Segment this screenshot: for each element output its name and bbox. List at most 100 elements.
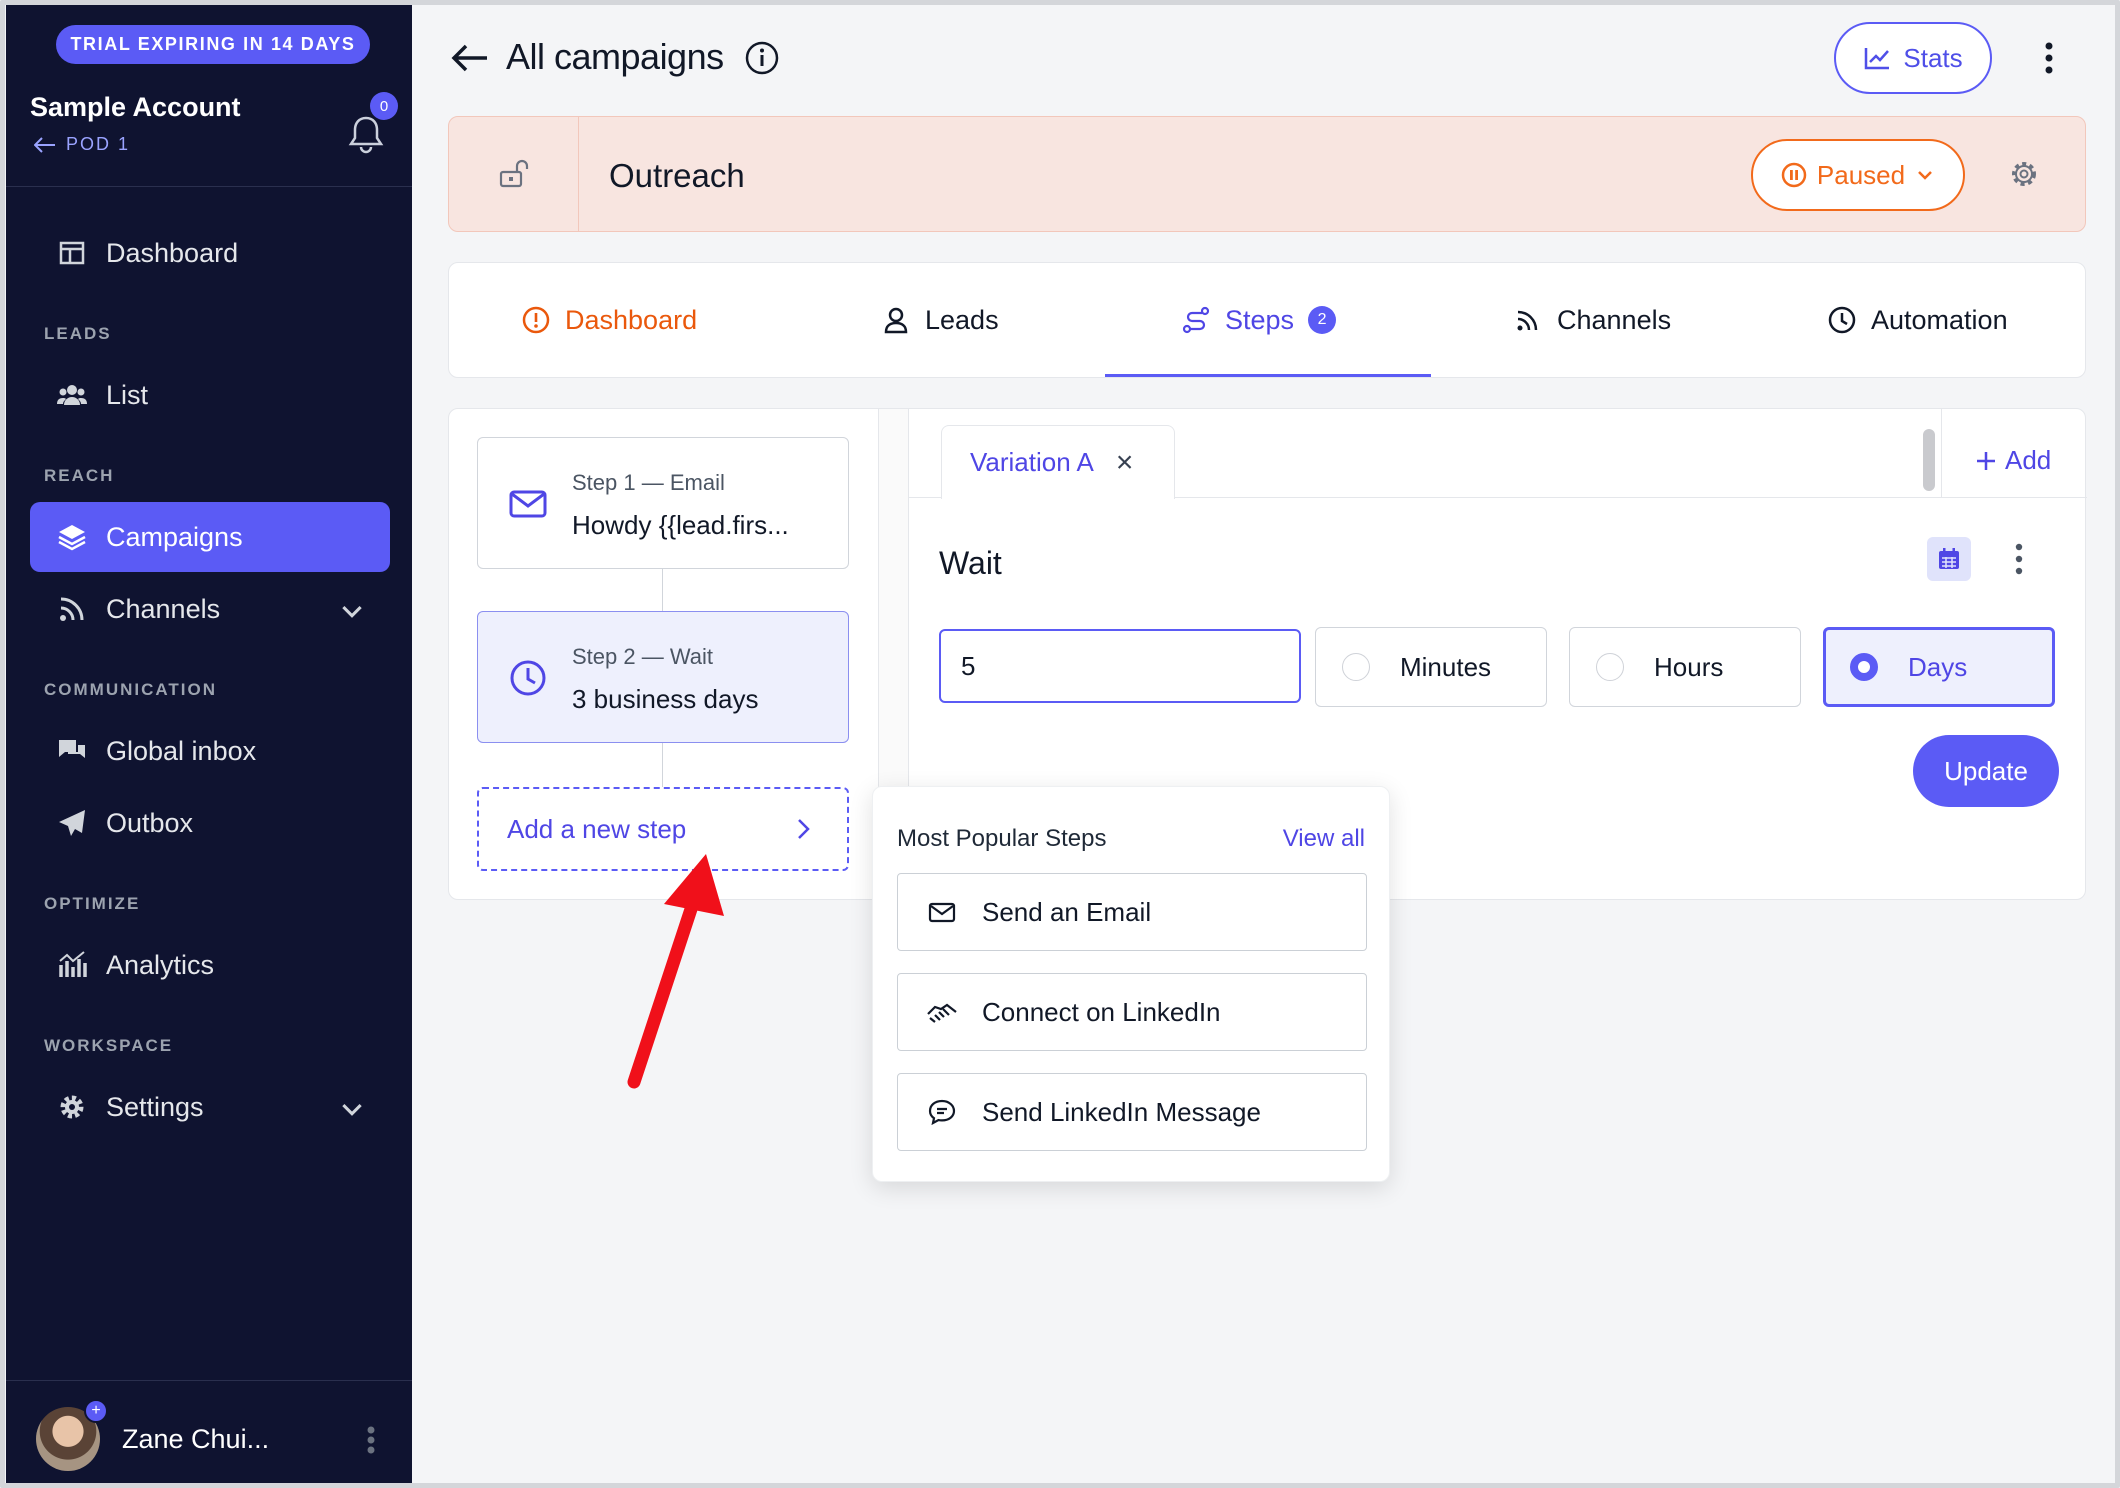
variation-label: Variation A [970, 447, 1094, 477]
update-button[interactable]: Update [1913, 735, 2059, 807]
tab-variation-a[interactable]: Variation A × [941, 425, 1175, 499]
pod-label: POD 1 [66, 134, 131, 154]
tab-automation[interactable]: Automation [1827, 263, 2008, 377]
step-option-linkedin-message[interactable]: Send LinkedIn Message [897, 1073, 1367, 1151]
sidebar-item-label: Outbox [106, 807, 194, 838]
step-option-send-email[interactable]: Send an Email [897, 873, 1367, 951]
stats-button[interactable]: Stats [1834, 22, 1992, 94]
wait-amount-input[interactable]: 5 [939, 629, 1301, 703]
notification-count-badge: 0 [370, 92, 398, 120]
section-label-communication: COMMUNICATION [44, 680, 217, 699]
popup-title: Most Popular Steps [897, 825, 1107, 852]
radio-button[interactable] [1342, 653, 1370, 681]
bar-chart-icon [59, 951, 87, 977]
sidebar-item-global-inbox[interactable]: Global inbox [30, 716, 390, 786]
step-label: Step 2 — Wait [572, 644, 714, 669]
add-variation-label: Add [2005, 445, 2052, 475]
sidebar-item-label: Channels [106, 593, 221, 624]
bell-icon[interactable] [348, 114, 384, 154]
back-arrow-icon[interactable] [450, 42, 490, 74]
view-all-link[interactable]: View all [1283, 825, 1365, 853]
campaign-tabs: Dashboard Leads Steps 2 Channels Automat… [448, 262, 2086, 378]
layers-icon [58, 525, 86, 551]
plus-icon[interactable]: + [84, 1399, 108, 1423]
kebab-menu-icon[interactable] [366, 1426, 376, 1454]
active-tab-indicator [1105, 374, 1431, 377]
unit-option-minutes[interactable]: Minutes [1315, 627, 1547, 707]
scrollbar[interactable] [1923, 429, 1935, 491]
step-connector [662, 743, 663, 787]
chat-bubbles-icon [59, 740, 85, 758]
campaign-status-dropdown[interactable]: Paused [1751, 139, 1965, 211]
chevron-down-icon[interactable] [336, 1094, 368, 1126]
radio-button-selected[interactable] [1850, 653, 1878, 681]
user-icon [884, 307, 908, 334]
sidebar-item-outbox[interactable]: Outbox [30, 788, 390, 858]
sidebar-item-campaigns[interactable]: Campaigns [30, 502, 390, 572]
sidebar-item-list[interactable]: List [30, 360, 390, 430]
kebab-menu-icon[interactable] [2036, 40, 2062, 76]
paper-plane-icon [59, 810, 85, 836]
plus-icon [1977, 451, 1995, 470]
envelope-icon [509, 490, 547, 518]
steps-count-badge: 2 [1308, 306, 1337, 334]
sidebar-item-label: Analytics [106, 949, 215, 980]
unit-option-days[interactable]: Days [1823, 627, 2055, 707]
option-label: Send an Email [982, 896, 1152, 927]
sidebar-item-label: Settings [106, 1091, 204, 1122]
user-profile[interactable]: + Zane Chui... [36, 1399, 376, 1474]
section-label-leads: LEADS [44, 324, 112, 343]
chevron-down-icon[interactable] [336, 596, 368, 628]
add-variation-button[interactable]: Add [1975, 445, 2051, 476]
divider [1941, 409, 1942, 497]
unit-option-hours[interactable]: Hours [1569, 627, 1801, 707]
lock-toggle[interactable] [449, 117, 579, 231]
calendar-icon [1939, 548, 1959, 569]
sidebar-item-dashboard[interactable]: Dashboard [30, 218, 390, 288]
unit-label: Minutes [1400, 651, 1492, 682]
tab-label: Dashboard [565, 304, 698, 335]
unit-label: Hours [1654, 651, 1724, 682]
tab-label: Automation [1871, 304, 2008, 335]
close-icon[interactable]: × [1116, 447, 1134, 478]
option-label: Connect on LinkedIn [982, 996, 1221, 1027]
gear-icon[interactable] [2007, 157, 2041, 191]
sidebar: TRIAL EXPIRING IN 14 DAYS Sample Account… [6, 4, 412, 1484]
annotation-arrow-icon [627, 854, 724, 1089]
step-title: Howdy {{lead.firs... [572, 510, 789, 540]
status-label: Paused [1816, 159, 1906, 190]
tab-steps[interactable]: Steps 2 [1181, 263, 1337, 377]
avatar[interactable]: + [36, 1399, 108, 1471]
sidebar-item-settings[interactable]: Settings [30, 1072, 390, 1142]
kebab-menu-icon[interactable] [2009, 539, 2029, 579]
tab-channels[interactable]: Channels [1513, 263, 1671, 377]
sidebar-item-analytics[interactable]: Analytics [30, 930, 390, 1000]
tab-dashboard[interactable]: Dashboard [521, 263, 697, 377]
campaign-name[interactable]: Outreach [609, 157, 745, 195]
account-name[interactable]: Sample Account [30, 92, 241, 123]
step-option-connect-linkedin[interactable]: Connect on LinkedIn [897, 973, 1367, 1051]
chevron-down-icon [1918, 171, 1932, 180]
unlock-icon [499, 159, 528, 188]
option-label: Send LinkedIn Message [982, 1096, 1261, 1127]
section-label-reach: REACH [44, 466, 115, 485]
sidebar-item-channels[interactable]: Channels [30, 574, 390, 644]
add-step-label: Add a new step [507, 813, 687, 844]
step-card-2[interactable]: Step 2 — Wait 3 business days [477, 611, 849, 743]
page-title: All campaigns [506, 36, 724, 77]
radio-button[interactable] [1596, 653, 1624, 681]
trial-badge[interactable]: TRIAL EXPIRING IN 14 DAYS [56, 25, 370, 64]
gear-icon [60, 1095, 84, 1119]
calendar-button[interactable] [1927, 537, 1971, 581]
pod-link[interactable]: POD 1 [34, 134, 130, 155]
users-icon [57, 385, 87, 405]
campaign-bar: Outreach Paused [448, 116, 2086, 232]
step-card-1[interactable]: Step 1 — Email Howdy {{lead.firs... [477, 437, 849, 569]
sidebar-divider [6, 1380, 412, 1381]
message-icon [928, 1099, 956, 1126]
info-icon[interactable] [744, 40, 780, 76]
step-label: Step 1 — Email [572, 470, 725, 495]
tab-leads[interactable]: Leads [881, 263, 999, 377]
stats-label: Stats [1903, 42, 1963, 73]
sidebar-item-label: Dashboard [106, 237, 239, 268]
